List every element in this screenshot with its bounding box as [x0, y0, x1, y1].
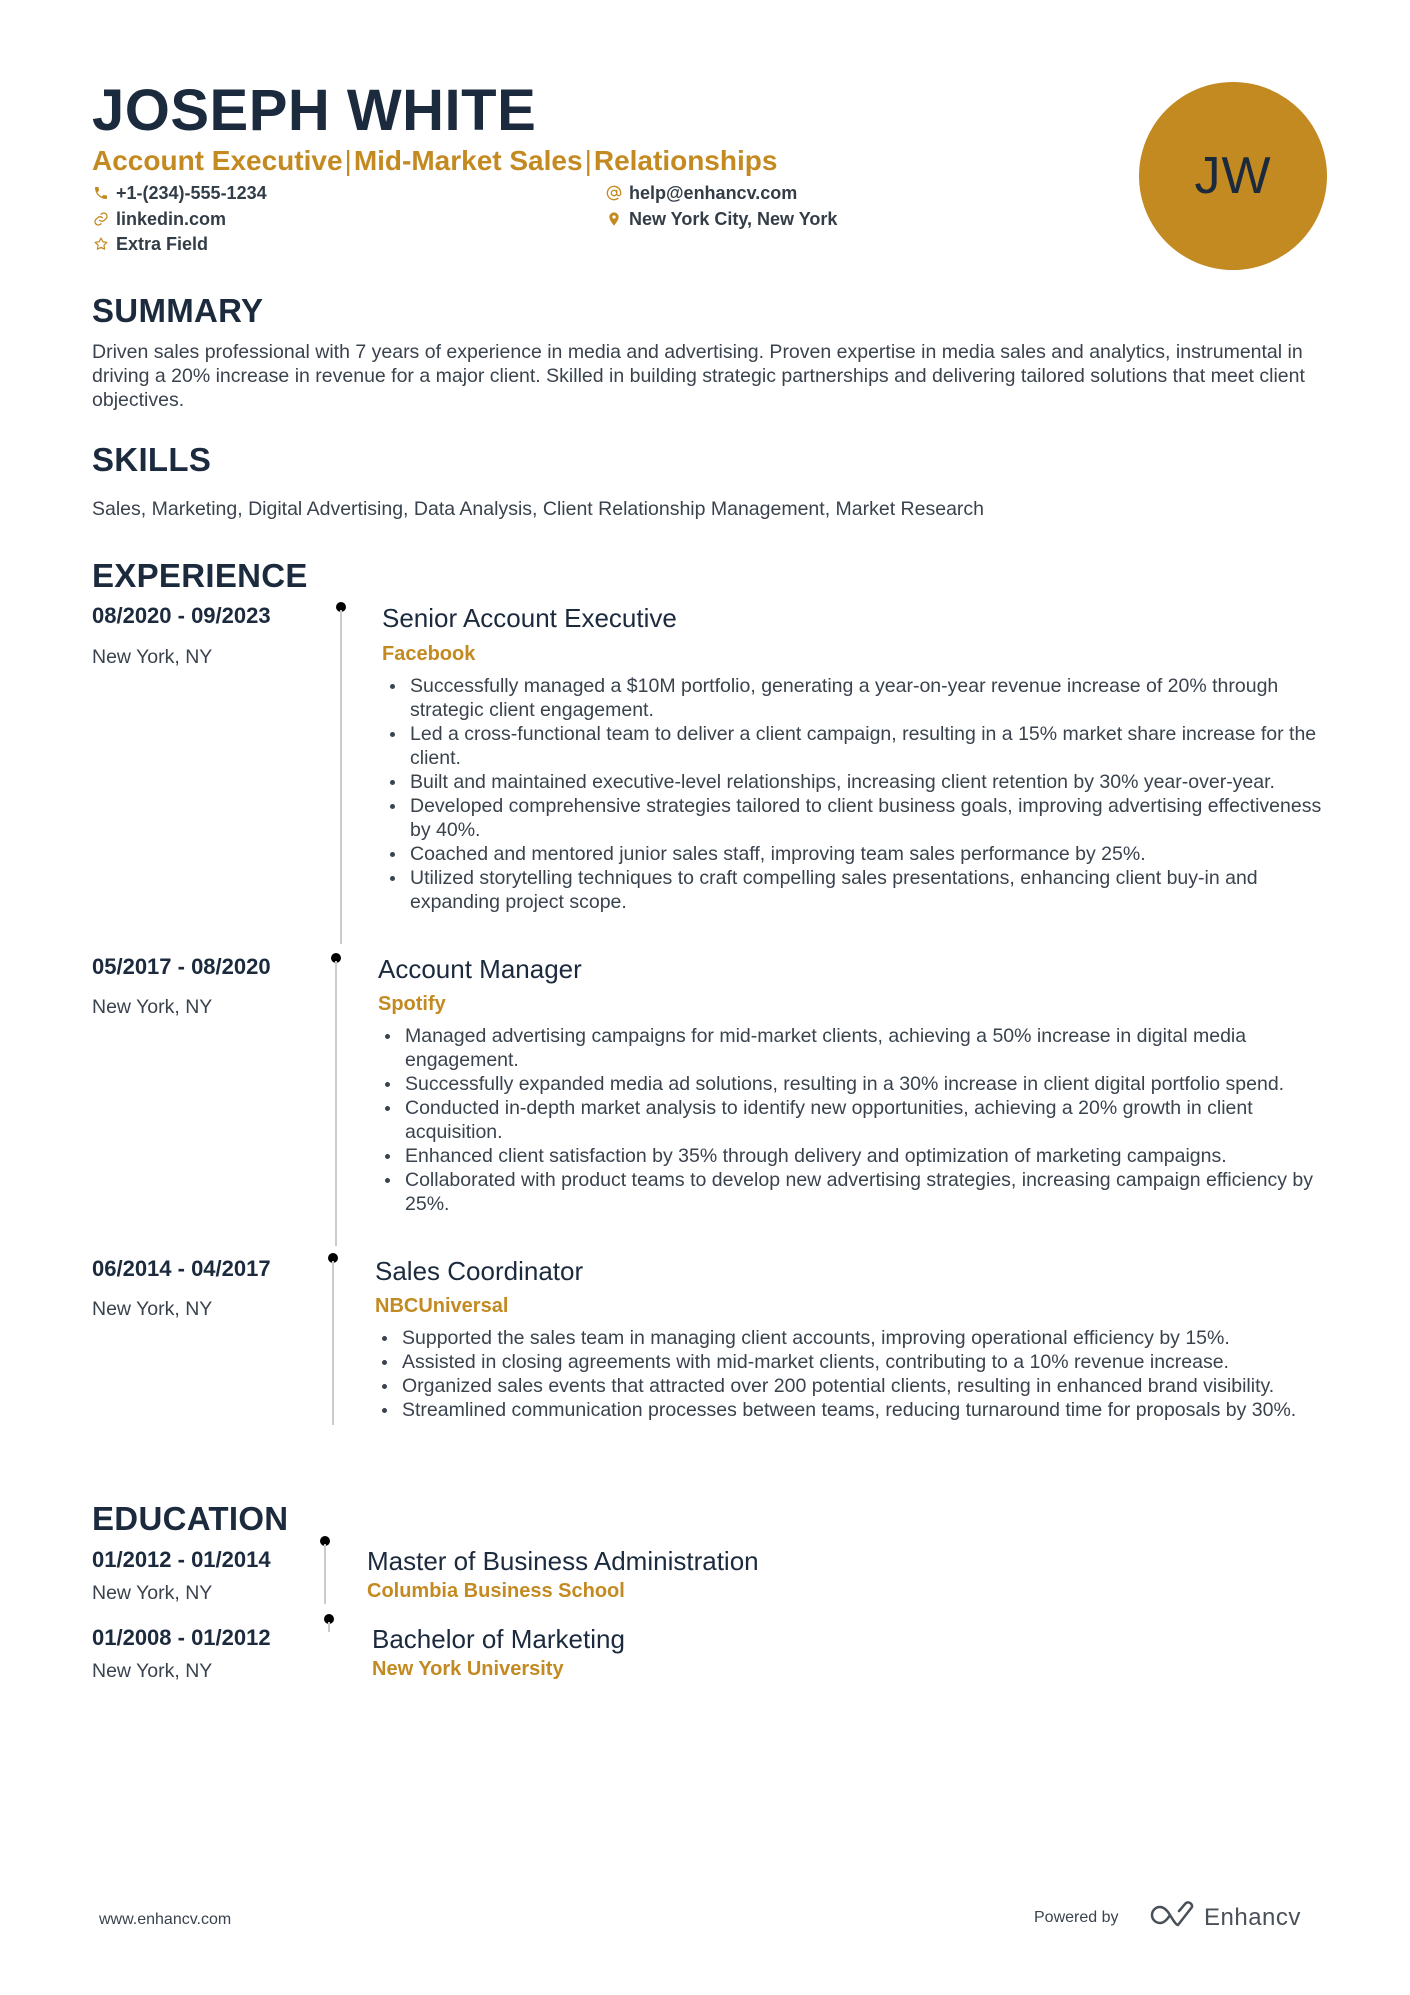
- avatar-initials: JW: [1194, 147, 1272, 205]
- job-bullets: Successfully managed a $10M portfolio, g…: [384, 674, 1334, 914]
- skills-text: Sales, Marketing, Digital Advertising, D…: [92, 498, 985, 520]
- job-dates: 06/2014 - 04/2017: [92, 1256, 271, 1281]
- skills-heading: SKILLS: [92, 441, 212, 478]
- contact-linkedin-text: linkedin.com: [116, 209, 227, 229]
- job-bullet: Collaborated with product teams to devel…: [379, 1168, 1334, 1216]
- job-dates: 08/2020 - 09/2023: [92, 603, 271, 628]
- contact-extra: Extra Field: [92, 232, 208, 256]
- job-location: New York, NY: [92, 646, 213, 668]
- education-degree: Bachelor of Marketing: [372, 1624, 625, 1654]
- job-bullet: Utilized storytelling techniques to craf…: [384, 866, 1334, 914]
- timeline-line: [332, 1261, 334, 1425]
- job-title: Sales Coordinator: [375, 1256, 584, 1286]
- job-bullet: Successfully expanded media ad solutions…: [379, 1072, 1334, 1096]
- headline-part: Account Executive: [92, 145, 343, 176]
- contact-phone[interactable]: +1-(234)-555-1234: [92, 181, 267, 205]
- link-icon: [92, 210, 110, 228]
- job-bullet: Streamlined communication processes betw…: [376, 1398, 1336, 1422]
- candidate-name: JOSEPH WHITE: [92, 78, 537, 143]
- job-bullet: Organized sales events that attracted ov…: [376, 1374, 1336, 1398]
- job-company: Spotify: [378, 993, 446, 1015]
- timeline-line: [328, 1622, 330, 1632]
- job-bullet: Led a cross-functional team to deliver a…: [384, 722, 1334, 770]
- education-dates: 01/2008 - 01/2012: [92, 1625, 271, 1650]
- education-school: New York University: [372, 1658, 564, 1680]
- job-bullets: Managed advertising campaigns for mid-ma…: [379, 1024, 1334, 1216]
- contact-location-text: New York City, New York: [629, 209, 838, 229]
- education-heading: EDUCATION: [92, 1500, 289, 1537]
- job-bullet: Managed advertising campaigns for mid-ma…: [379, 1024, 1334, 1072]
- job-bullet: Conducted in-depth market analysis to id…: [379, 1096, 1334, 1144]
- job-title: Account Manager: [378, 954, 582, 984]
- contact-extra-text: Extra Field: [116, 234, 209, 254]
- job-bullet: Assisted in closing agreements with mid-…: [376, 1350, 1336, 1374]
- job-title: Senior Account Executive: [382, 603, 677, 633]
- footer-powered-by: Powered by: [1034, 1909, 1119, 1926]
- education-location: New York, NY: [92, 1660, 213, 1682]
- phone-icon: [92, 184, 110, 202]
- headline-separator: |: [344, 145, 352, 176]
- job-bullet: Built and maintained executive-level rel…: [384, 770, 1334, 794]
- contact-phone-text: +1-(234)-555-1234: [116, 183, 267, 203]
- at-icon: [605, 184, 623, 202]
- headline-part: Relationships: [593, 145, 778, 176]
- education-school: Columbia Business School: [367, 1580, 625, 1602]
- education-location: New York, NY: [92, 1582, 213, 1604]
- education-degree: Master of Business Administration: [367, 1546, 759, 1576]
- timeline-line: [324, 1544, 326, 1604]
- timeline-line: [335, 961, 337, 1246]
- job-bullet: Enhanced client satisfaction by 35% thro…: [379, 1144, 1334, 1168]
- footer-website[interactable]: www.enhancv.com: [99, 1911, 231, 1929]
- job-bullet: Supported the sales team in managing cli…: [376, 1326, 1336, 1350]
- contact-email-text: help@enhancv.com: [629, 183, 798, 203]
- contact-email[interactable]: help@enhancv.com: [605, 181, 797, 205]
- enhancv-logo[interactable]: Enhancv: [1150, 1901, 1301, 1934]
- avatar: JW: [1139, 82, 1327, 270]
- job-location: New York, NY: [92, 996, 213, 1018]
- summary-text: Driven sales professional with 7 years o…: [92, 341, 1305, 411]
- star-icon: [92, 235, 110, 253]
- job-bullets: Supported the sales team in managing cli…: [376, 1326, 1336, 1422]
- job-dates: 05/2017 - 08/2020: [92, 954, 271, 979]
- headline-separator: |: [584, 145, 592, 176]
- map-pin-icon: [605, 210, 623, 228]
- headline: Account Executive|Mid-Market Sales|Relat…: [92, 143, 777, 179]
- timeline-line: [340, 610, 342, 944]
- enhancv-logo-icon: [1150, 1901, 1198, 1934]
- headline-part: Mid-Market Sales: [353, 145, 583, 176]
- job-bullet: Developed comprehensive strategies tailo…: [384, 794, 1334, 842]
- job-bullet: Successfully managed a $10M portfolio, g…: [384, 674, 1334, 722]
- job-bullet: Coached and mentored junior sales staff,…: [384, 842, 1334, 866]
- education-dates: 01/2012 - 01/2014: [92, 1547, 271, 1572]
- job-company: NBCUniversal: [375, 1295, 509, 1317]
- summary-heading: SUMMARY: [92, 292, 264, 329]
- contact-location: New York City, New York: [605, 207, 837, 231]
- experience-heading: EXPERIENCE: [92, 557, 308, 594]
- enhancv-brand-text: Enhancv: [1204, 1903, 1301, 1931]
- contact-linkedin[interactable]: linkedin.com: [92, 207, 226, 231]
- job-location: New York, NY: [92, 1298, 213, 1320]
- job-company: Facebook: [382, 643, 476, 665]
